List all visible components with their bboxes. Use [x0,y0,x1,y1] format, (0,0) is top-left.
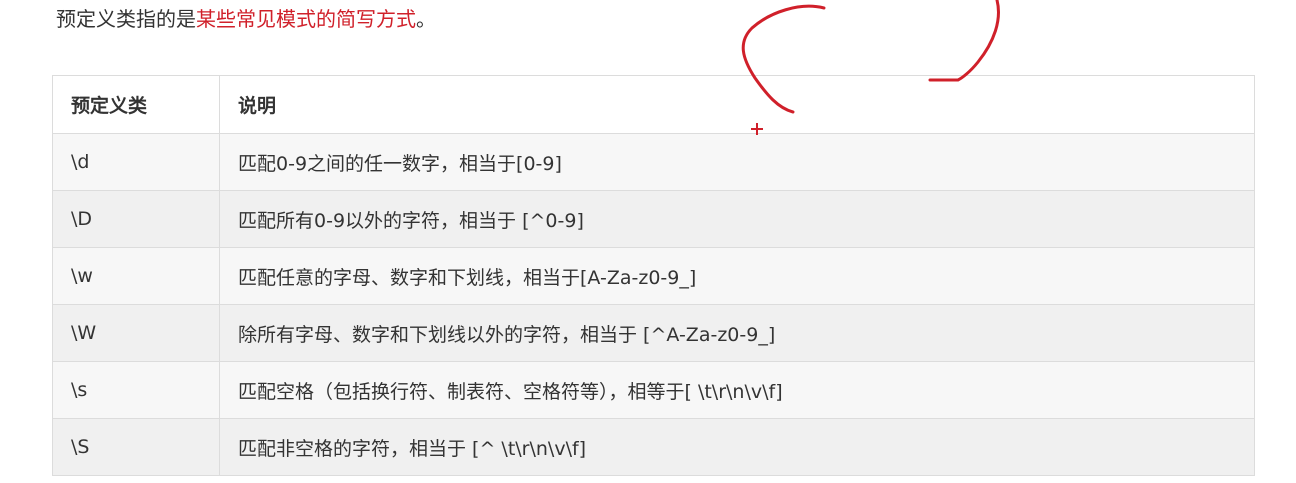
header-class: 预定义类 [52,75,220,134]
class-cell: \S [52,418,220,476]
table-row: \S 匹配非空格的字符，相当于 [^ \t\r\n\v\f] [52,418,1255,476]
intro-text: 预定义类指的是某些常见模式的简写方式。 [56,4,436,34]
class-cell: \D [52,190,220,248]
description-cell: 匹配任意的字母、数字和下划线，相当于[A-Za-z0-9_] [219,247,1255,305]
table-header-row: 预定义类 说明 [52,75,1255,134]
class-cell: \d [52,133,220,191]
table-row: \w 匹配任意的字母、数字和下划线，相当于[A-Za-z0-9_] [52,247,1255,305]
table-row: \s 匹配空格（包括换行符、制表符、空格符等），相等于[ \t\r\n\v\f] [52,361,1255,419]
header-description: 说明 [219,75,1255,134]
class-cell: \s [52,361,220,419]
bracket-right-stroke [928,0,1000,82]
table-row: \W 除所有字母、数字和下划线以外的字符，相当于 [^A-Za-z0-9_] [52,304,1255,362]
description-cell: 匹配非空格的字符，相当于 [^ \t\r\n\v\f] [219,418,1255,476]
class-cell: \W [52,304,220,362]
intro-prefix: 预定义类指的是 [56,7,196,31]
description-cell: 匹配0-9之间的任一数字，相当于[0-9] [219,133,1255,191]
intro-suffix: 。 [416,7,436,31]
class-cell: \w [52,247,220,305]
description-cell: 匹配所有0-9以外的字符，相当于 [^0-9] [219,190,1255,248]
description-cell: 除所有字母、数字和下划线以外的字符，相当于 [^A-Za-z0-9_] [219,304,1255,362]
description-cell: 匹配空格（包括换行符、制表符、空格符等），相等于[ \t\r\n\v\f] [219,361,1255,419]
intro-highlight: 某些常见模式的简写方式 [196,7,416,31]
table-row: \d 匹配0-9之间的任一数字，相当于[0-9] [52,133,1255,191]
predefined-class-table: 预定义类 说明 \d 匹配0-9之间的任一数字，相当于[0-9] \D 匹配所有… [52,75,1255,476]
table-row: \D 匹配所有0-9以外的字符，相当于 [^0-9] [52,190,1255,248]
